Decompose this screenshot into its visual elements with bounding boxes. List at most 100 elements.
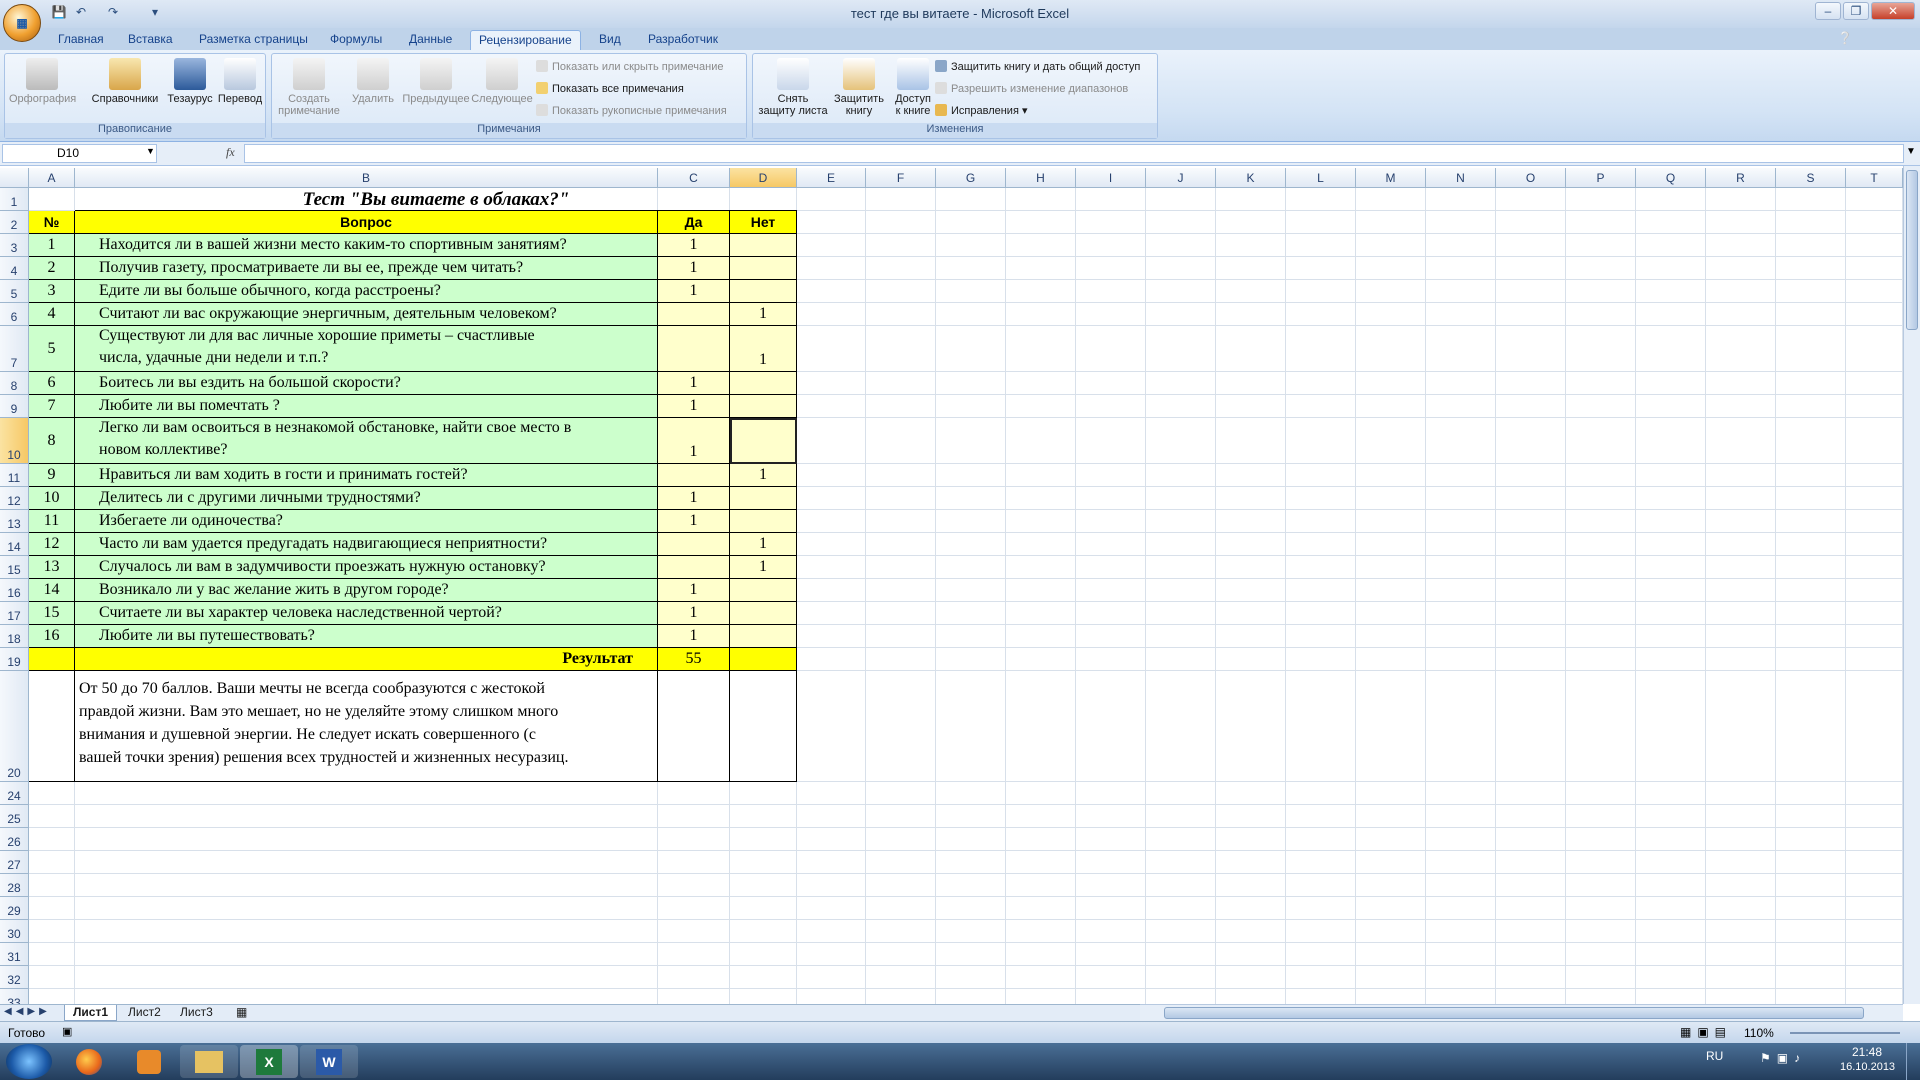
question-number[interactable]: 13	[29, 556, 75, 579]
name-box[interactable]: D10	[2, 144, 157, 163]
question-number[interactable]: 6	[29, 372, 75, 395]
question-text[interactable]: Считаете ли вы характер человека наследс…	[75, 602, 658, 625]
column-header-b[interactable]: B	[75, 168, 658, 188]
conclusion-blank-c[interactable]	[658, 671, 730, 782]
row-header-10[interactable]: 10	[0, 418, 29, 464]
row-header-4[interactable]: 4	[0, 257, 29, 280]
question-text[interactable]: Едите ли вы больше обычного, когда расст…	[75, 280, 658, 303]
result-blank[interactable]	[29, 648, 75, 671]
allow-ranges-button[interactable]: Разрешить изменение диапазонов	[935, 81, 1128, 97]
column-header-e[interactable]: E	[797, 168, 866, 188]
question-number[interactable]: 1	[29, 234, 75, 257]
horizontal-scroll-thumb[interactable]	[1164, 1007, 1864, 1019]
vertical-scroll-thumb[interactable]	[1906, 170, 1918, 330]
answer-no[interactable]	[730, 257, 797, 280]
view-buttons-icon[interactable]: ▦▣▤	[1680, 1025, 1732, 1039]
question-number[interactable]: 2	[29, 257, 75, 280]
answer-no[interactable]: 1	[730, 326, 797, 372]
column-header-t[interactable]: T	[1846, 168, 1903, 188]
column-header-s[interactable]: S	[1776, 168, 1846, 188]
column-header-c[interactable]: C	[658, 168, 730, 188]
row-header-3[interactable]: 3	[0, 234, 29, 257]
sheet-title[interactable]: Тест "Вы витаете в облаках?"	[75, 188, 797, 211]
show-desktop-button[interactable]	[1906, 1043, 1920, 1080]
question-text[interactable]: Избегаете ли одиночества?	[75, 510, 658, 533]
answer-no[interactable]	[730, 372, 797, 395]
answer-no[interactable]	[730, 510, 797, 533]
answer-no[interactable]	[730, 625, 797, 648]
previous-comment-button[interactable]: Предыдущее	[402, 58, 470, 105]
answer-yes[interactable]	[658, 303, 730, 326]
row-header-13[interactable]: 13	[0, 510, 29, 533]
start-button[interactable]	[6, 1044, 52, 1079]
answer-yes[interactable]: 1	[658, 510, 730, 533]
zoom-level[interactable]: 110%	[1744, 1026, 1774, 1040]
sheet-tab-2[interactable]: Лист2	[120, 1005, 169, 1021]
row-header-29[interactable]: 29	[0, 897, 29, 920]
answer-no[interactable]	[730, 579, 797, 602]
restore-button[interactable]: ❐	[1843, 2, 1869, 20]
zoom-slider[interactable]	[1790, 1032, 1900, 1034]
formula-input[interactable]	[244, 144, 1904, 163]
tab-insert[interactable]: Вставка	[120, 30, 181, 50]
row-header-9[interactable]: 9	[0, 395, 29, 418]
research-button[interactable]: Справочники	[85, 58, 165, 105]
answer-yes[interactable]: 1	[658, 395, 730, 418]
tab-home[interactable]: Главная	[50, 30, 112, 50]
answer-yes[interactable]: 1	[658, 418, 730, 464]
tab-view[interactable]: Вид	[591, 30, 629, 50]
tray-icons[interactable]: ⚑▣♪	[1760, 1051, 1806, 1065]
horizontal-scrollbar[interactable]	[1140, 1004, 1903, 1021]
answer-yes[interactable]: 1	[658, 234, 730, 257]
column-header-i[interactable]: I	[1076, 168, 1146, 188]
column-header-j[interactable]: J	[1146, 168, 1216, 188]
column-header-r[interactable]: R	[1706, 168, 1776, 188]
column-header-l[interactable]: L	[1286, 168, 1356, 188]
show-hide-comment-button[interactable]: Показать или скрыть примечание	[536, 59, 723, 75]
row-header-26[interactable]: 26	[0, 828, 29, 851]
column-header-p[interactable]: P	[1566, 168, 1636, 188]
header-num[interactable]: №	[29, 211, 75, 234]
row-header-6[interactable]: 6	[0, 303, 29, 326]
question-number[interactable]: 14	[29, 579, 75, 602]
result-no-blank[interactable]	[730, 648, 797, 671]
conclusion-blank-a[interactable]	[29, 671, 75, 782]
new-comment-button[interactable]: Создать примечание	[274, 58, 344, 117]
delete-comment-button[interactable]: Удалить	[344, 58, 402, 105]
row-header-2[interactable]: 2	[0, 211, 29, 234]
question-number[interactable]: 11	[29, 510, 75, 533]
track-changes-button[interactable]: Исправления ▾	[935, 103, 1027, 119]
row-header-24[interactable]: 24	[0, 782, 29, 805]
help-icon[interactable]: ❔	[1836, 31, 1854, 47]
thesaurus-button[interactable]: Тезаурус	[165, 58, 215, 105]
row-header-12[interactable]: 12	[0, 487, 29, 510]
conclusion-text[interactable]: От 50 до 70 баллов. Ваши мечты не всегда…	[75, 671, 658, 782]
row-header-8[interactable]: 8	[0, 372, 29, 395]
question-text[interactable]: Боитесь ли вы ездить на большой скорости…	[75, 372, 658, 395]
row-header-18[interactable]: 18	[0, 625, 29, 648]
tab-review[interactable]: Рецензирование	[470, 30, 581, 50]
question-number[interactable]: 8	[29, 418, 75, 464]
question-text[interactable]: Случалось ли вам в задумчивости проезжат…	[75, 556, 658, 579]
question-number[interactable]: 12	[29, 533, 75, 556]
vertical-scrollbar[interactable]	[1903, 166, 1920, 1004]
name-box-dropdown-icon[interactable]: ▼	[146, 146, 155, 156]
answer-yes[interactable]	[658, 464, 730, 487]
question-text[interactable]: Любите ли вы путешествовать?	[75, 625, 658, 648]
function-icon[interactable]: fx	[226, 145, 235, 160]
question-number[interactable]: 16	[29, 625, 75, 648]
question-text[interactable]: Делитесь ли с другими личными трудностям…	[75, 487, 658, 510]
clock-date[interactable]: 16.10.2013	[1840, 1061, 1895, 1073]
firefox-icon[interactable]	[60, 1045, 118, 1078]
row-header-14[interactable]: 14	[0, 533, 29, 556]
question-number[interactable]: 15	[29, 602, 75, 625]
answer-no[interactable]: 1	[730, 556, 797, 579]
result-label[interactable]: Результат	[75, 648, 658, 671]
row-header-31[interactable]: 31	[0, 943, 29, 966]
redo-icon[interactable]: ↷	[104, 5, 122, 21]
row-header-1[interactable]: 1	[0, 188, 29, 211]
header-yes[interactable]: Да	[658, 211, 730, 234]
column-header-n[interactable]: N	[1426, 168, 1496, 188]
column-header-q[interactable]: Q	[1636, 168, 1706, 188]
protect-and-share-button[interactable]: Защитить книгу и дать общий доступ	[935, 59, 1140, 75]
